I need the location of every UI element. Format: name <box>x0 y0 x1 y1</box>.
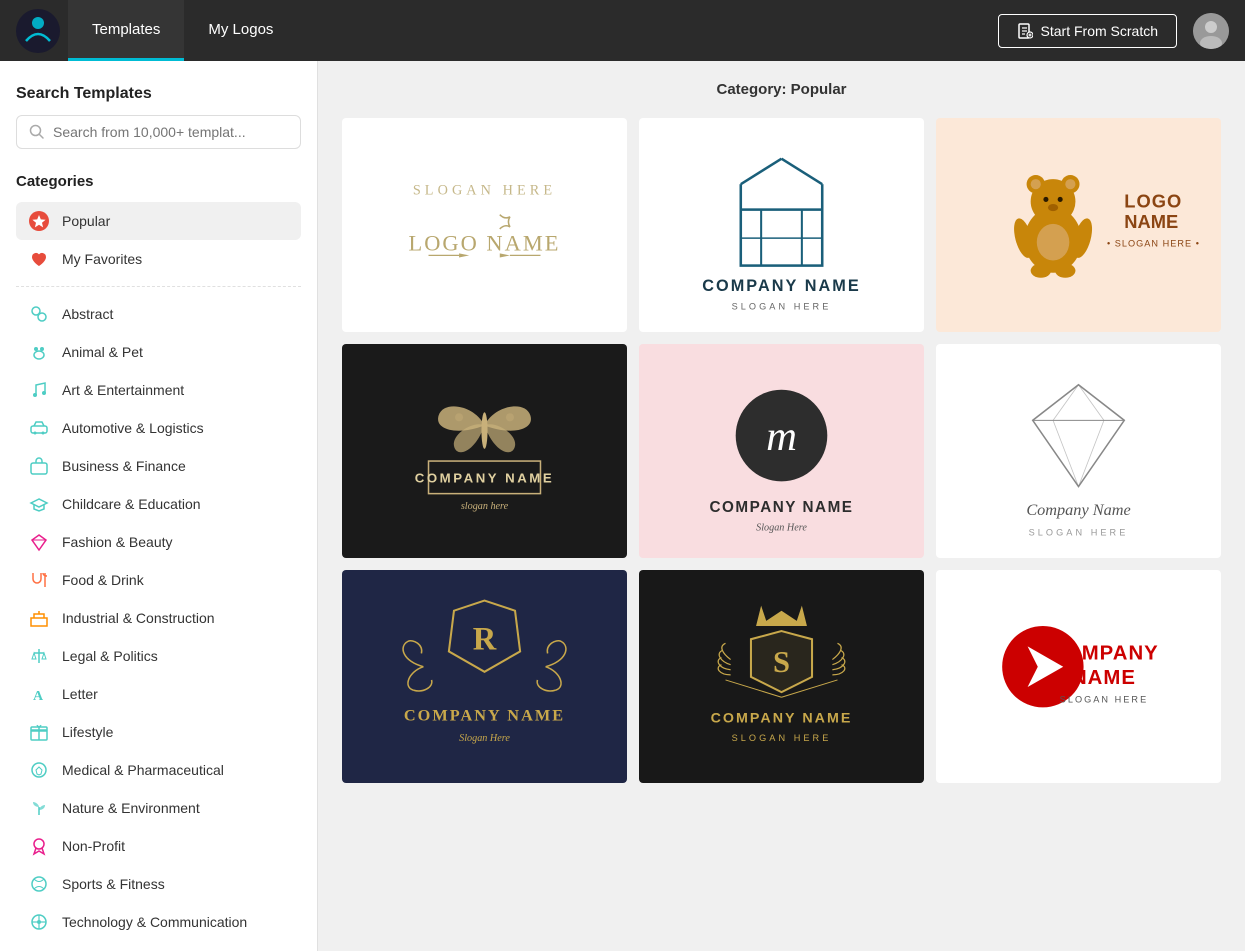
svg-text:COMPANY NAME: COMPANY NAME <box>711 710 853 726</box>
template-card-8[interactable]: S COMPANY NAME SLOGAN HERE <box>639 570 924 784</box>
medical-icon <box>28 759 50 781</box>
svg-text:COMPANY: COMPANY <box>1049 642 1159 664</box>
svg-text:Slogan Here: Slogan Here <box>459 733 510 744</box>
briefcase-icon <box>28 455 50 477</box>
template-card-5[interactable]: m COMPANY NAME Slogan Here <box>639 344 924 558</box>
category-item-lifestyle[interactable]: Lifestyle <box>16 713 301 751</box>
svg-text:SLOGAN HERE: SLOGAN HERE <box>1029 527 1129 537</box>
svg-text:SLOGAN HERE: SLOGAN HERE <box>732 733 832 743</box>
svg-text:COMPANY NAME: COMPANY NAME <box>404 705 565 724</box>
category-item-art-entertainment[interactable]: Art & Entertainment <box>16 371 301 409</box>
svg-text:SLOGAN HERE: SLOGAN HERE <box>1060 694 1149 704</box>
svg-text:Company Name: Company Name <box>1026 500 1130 519</box>
sidebar-divider <box>16 286 301 287</box>
category-item-technology[interactable]: Technology & Communication <box>16 903 301 941</box>
start-scratch-button[interactable]: Start From Scratch <box>998 14 1177 48</box>
category-item-sports-fitness[interactable]: Sports & Fitness <box>16 865 301 903</box>
svg-text:m: m <box>766 413 797 460</box>
svg-text:NAME: NAME <box>1072 667 1136 689</box>
car-icon <box>28 417 50 439</box>
template-card-4[interactable]: COMPANY NAME slogan here <box>342 344 627 558</box>
category-item-business-finance[interactable]: Business & Finance <box>16 447 301 485</box>
category-item-favorites[interactable]: My Favorites <box>16 240 301 278</box>
svg-text:NAME: NAME <box>1124 211 1178 232</box>
user-avatar[interactable] <box>1193 13 1229 49</box>
svg-text:LOGO NAME: LOGO NAME <box>409 230 561 255</box>
diamond-icon <box>28 531 50 553</box>
animal-icon <box>28 341 50 363</box>
svg-text:A: A <box>33 689 44 704</box>
template-card-9[interactable]: COMPANY NAME SLOGAN HERE <box>936 570 1221 784</box>
app-logo[interactable] <box>16 9 60 53</box>
template-card-1[interactable]: SLOGAN HERE LOGO NAME <box>342 118 627 332</box>
ribbon-icon <box>28 835 50 857</box>
graduation-icon <box>28 493 50 515</box>
main-layout: Search Templates Categories Popular My F… <box>0 61 1245 951</box>
start-scratch-label: Start From Scratch <box>1041 23 1158 39</box>
search-input[interactable] <box>53 124 288 140</box>
category-item-popular[interactable]: Popular <box>16 202 301 240</box>
categories-title: Categories <box>16 173 301 190</box>
category-label: Category: Popular <box>342 81 1221 98</box>
gift-icon <box>28 721 50 743</box>
sports-icon <box>28 873 50 895</box>
template-card-3[interactable]: LOGO NAME • SLOGAN HERE • <box>936 118 1221 332</box>
category-item-nature[interactable]: Nature & Environment <box>16 789 301 827</box>
abstract-icon <box>28 303 50 325</box>
search-icon <box>29 124 45 140</box>
search-templates-title: Search Templates <box>16 85 301 103</box>
svg-text:LOGO: LOGO <box>1124 191 1182 212</box>
category-item-industrial-construction[interactable]: Industrial & Construction <box>16 599 301 637</box>
category-name: Popular <box>791 81 847 98</box>
templates-grid: SLOGAN HERE LOGO NAME <box>342 118 1221 783</box>
construction-icon <box>28 607 50 629</box>
tech-icon <box>28 911 50 933</box>
template-card-6[interactable]: Company Name SLOGAN HERE <box>936 344 1221 558</box>
category-item-letter[interactable]: A Letter <box>16 675 301 713</box>
star-icon <box>28 210 50 232</box>
category-favorites-label: My Favorites <box>62 251 142 267</box>
template-card-2[interactable]: COMPANY NAME SLOGAN HERE <box>639 118 924 332</box>
sidebar: Search Templates Categories Popular My F… <box>0 61 318 951</box>
search-box[interactable] <box>16 115 301 149</box>
header-actions: Start From Scratch <box>998 13 1229 49</box>
category-item-legal-politics[interactable]: Legal & Politics <box>16 637 301 675</box>
template-card-7[interactable]: R COMPANY NAME Slogan Here <box>342 570 627 784</box>
category-item-food-drink[interactable]: Food & Drink <box>16 561 301 599</box>
category-popular-label: Popular <box>62 213 110 229</box>
svg-text:COMPANY NAME: COMPANY NAME <box>710 499 854 516</box>
nav-my-logos[interactable]: My Logos <box>184 0 297 61</box>
svg-text:SLOGAN HERE: SLOGAN HERE <box>413 182 556 198</box>
svg-text:slogan here: slogan here <box>461 501 509 512</box>
category-item-animal-pet[interactable]: Animal & Pet <box>16 333 301 371</box>
letter-icon: A <box>28 683 50 705</box>
category-item-non-profit[interactable]: Non-Profit <box>16 827 301 865</box>
music-icon <box>28 379 50 401</box>
svg-text:R: R <box>473 621 497 657</box>
svg-text:SLOGAN HERE: SLOGAN HERE <box>732 301 832 311</box>
food-icon <box>28 569 50 591</box>
svg-text:• SLOGAN HERE •: • SLOGAN HERE • <box>1107 238 1200 248</box>
category-item-abstract[interactable]: Abstract <box>16 295 301 333</box>
heart-icon <box>28 248 50 270</box>
svg-text:S: S <box>773 644 790 678</box>
main-nav: Templates My Logos <box>68 0 998 61</box>
category-item-childcare-education[interactable]: Childcare & Education <box>16 485 301 523</box>
nav-templates[interactable]: Templates <box>68 0 184 61</box>
category-item-fashion-beauty[interactable]: Fashion & Beauty <box>16 523 301 561</box>
category-prefix: Category: <box>716 81 786 98</box>
svg-text:COMPANY NAME: COMPANY NAME <box>415 470 554 485</box>
templates-content: Category: Popular SLOGAN HERE LOGO NAME <box>318 61 1245 951</box>
nature-icon <box>28 797 50 819</box>
document-icon <box>1017 23 1033 39</box>
svg-text:COMPANY NAME: COMPANY NAME <box>702 277 860 295</box>
svg-text:Slogan Here: Slogan Here <box>756 522 807 533</box>
app-header: Templates My Logos Start From Scratch <box>0 0 1245 61</box>
scale-icon <box>28 645 50 667</box>
category-item-medical[interactable]: Medical & Pharmaceutical <box>16 751 301 789</box>
category-item-automotive[interactable]: Automotive & Logistics <box>16 409 301 447</box>
